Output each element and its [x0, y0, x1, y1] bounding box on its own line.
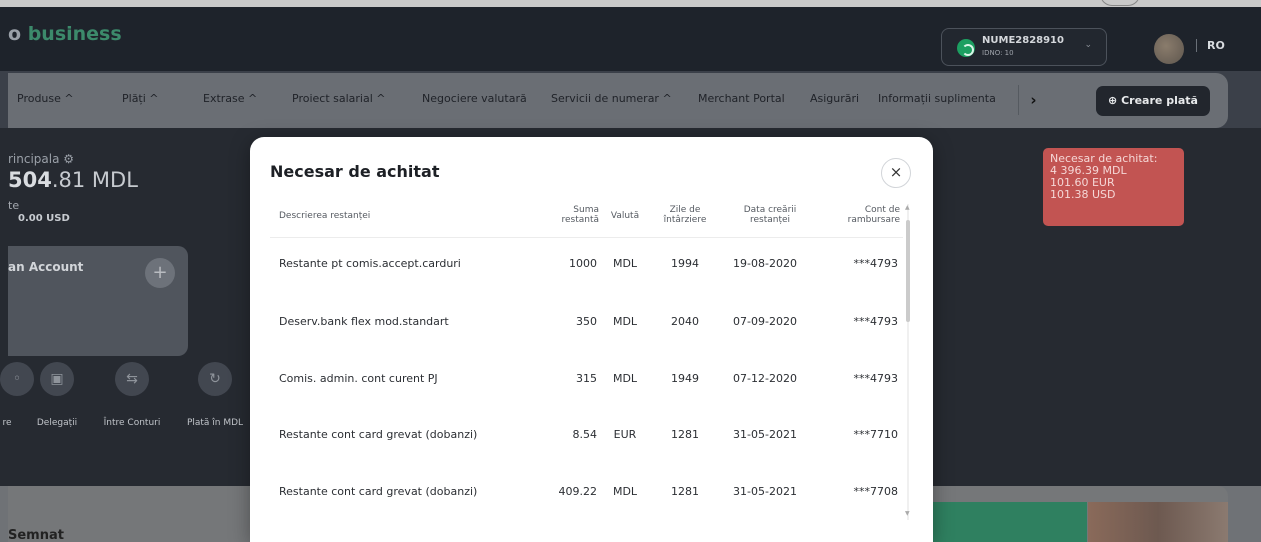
row-created-date: 19-08-2020	[733, 257, 797, 270]
column-header-delay-days: Zile de întârziere	[663, 205, 707, 225]
transfer-icon[interactable]: ⇆	[115, 362, 149, 396]
browser-top-strip	[0, 0, 1261, 7]
row-currency: MDL	[612, 315, 638, 328]
account-name: NUME2828910	[982, 35, 1064, 46]
row-amount: 350	[576, 315, 597, 328]
header-divider	[270, 237, 903, 238]
promo-photo	[1088, 502, 1228, 542]
row-description: Restante pt comis.accept.carduri	[279, 257, 461, 270]
row-amount: 409.22	[558, 485, 598, 498]
nav-item-servicii-numerar[interactable]: Servicii de numerar ^	[551, 92, 672, 105]
table-row[interactable]: Restante pt comis.accept.carduri 1000 MD…	[250, 257, 910, 277]
signed-section-title: Semnat	[8, 528, 64, 542]
account-title: rincipala ⚙	[8, 152, 75, 166]
scroll-up-icon[interactable]: ▲	[905, 204, 910, 211]
row-delay-days: 1281	[671, 485, 699, 498]
add-card-button[interactable]: +	[145, 258, 175, 288]
app-header: o business NUME2828910 IDNO: 10 ⌄ RO	[0, 7, 1261, 71]
delegation-icon[interactable]: ▣	[40, 362, 74, 396]
row-created-date: 07-09-2020	[733, 315, 797, 328]
row-refund-account: ***4793	[853, 372, 899, 385]
row-delay-days: 1949	[671, 372, 699, 385]
row-amount: 8.54	[572, 428, 598, 441]
column-header-amount: Suma restantă	[561, 205, 599, 225]
table-row[interactable]: Restante cont card grevat (dobanzi) 8.54…	[250, 428, 910, 448]
column-header-refund-account: Cont de rambursare	[847, 205, 900, 225]
nav-item-produse[interactable]: Produse ^	[17, 92, 74, 105]
nav-item-negociere-valutara[interactable]: Negociere valutară	[422, 92, 527, 105]
nav-item-asigurari[interactable]: Asigurări	[810, 92, 859, 105]
card-title: an Account	[8, 260, 84, 274]
row-delay-days: 1281	[671, 428, 699, 441]
alert-line: 101.38 USD	[1050, 188, 1116, 201]
row-currency: MDL	[612, 257, 638, 270]
payment-icon[interactable]: ↻	[198, 362, 232, 396]
row-delay-days: 1994	[671, 257, 699, 270]
quick-action-label: Între Conturi	[103, 418, 161, 428]
row-currency: MDL	[612, 372, 638, 385]
row-refund-account: ***7708	[853, 485, 899, 498]
row-description: Comis. admin. cont curent PJ	[279, 372, 438, 385]
logo-prefix: o	[8, 23, 22, 45]
quick-action-label: Plată în MDL	[186, 418, 244, 428]
avatar[interactable]	[1154, 34, 1184, 64]
nav-item-merchant-portal[interactable]: Merchant Portal	[698, 92, 785, 105]
column-header-created-date: Data creării restanței	[743, 205, 797, 225]
main-nav: Produse ^ Plăți ^ Extrase ^ Proiect sala…	[8, 73, 1228, 128]
nav-item-extrase[interactable]: Extrase ^	[203, 92, 257, 105]
account-selector[interactable]: NUME2828910 IDNO: 10 ⌄	[941, 28, 1107, 66]
row-created-date: 31-05-2021	[733, 428, 797, 441]
row-created-date: 07-12-2020	[733, 372, 797, 385]
plus-circle-icon: ⊕	[1108, 94, 1122, 107]
settings-icon[interactable]: ⚙	[63, 152, 74, 166]
loan-account-card[interactable]: an Account +	[8, 246, 188, 356]
nav-item-informatii[interactable]: Informații suplimenta	[878, 92, 1011, 105]
row-refund-account: ***7710	[853, 428, 899, 441]
close-button[interactable]: ×	[881, 158, 911, 188]
column-header-description: Descrierea restanței	[279, 211, 371, 221]
row-description: Restante cont card grevat (dobanzi)	[279, 428, 478, 441]
table-row[interactable]: Comis. admin. cont curent PJ 315 MDL 194…	[250, 372, 910, 392]
row-amount: 315	[576, 372, 597, 385]
table-row[interactable]: Restante cont card grevat (dobanzi) 409.…	[250, 485, 910, 505]
chevron-down-icon: ⌄	[1084, 40, 1092, 50]
row-created-date: 31-05-2021	[733, 485, 797, 498]
account-balance: 504.81 MDL	[8, 168, 138, 192]
row-amount: 1000	[569, 257, 597, 270]
row-currency: MDL	[612, 485, 638, 498]
payment-due-modal: Necesar de achitat × Descrierea restanțe…	[250, 137, 933, 542]
payment-due-alert[interactable]: Necesar de achitat: 4 396.39 MDL 101.60 …	[1043, 148, 1184, 226]
brand-logo[interactable]: o business	[8, 23, 122, 45]
account-sub-label: te	[8, 199, 20, 212]
row-currency: EUR	[613, 428, 637, 441]
scrollbar-thumb[interactable]	[906, 220, 910, 322]
row-refund-account: ***4793	[853, 257, 899, 270]
column-header-currency: Valută	[610, 211, 640, 221]
nav-item-plati[interactable]: Plăți ^	[122, 92, 159, 105]
account-sub-value: 0.00 USD	[18, 213, 70, 224]
create-payment-label: Creare plată	[1121, 94, 1198, 107]
row-refund-account: ***4793	[853, 315, 899, 328]
nav-item-proiect-salarial[interactable]: Proiect salarial ^	[292, 92, 386, 105]
language-switch[interactable]: RO	[1196, 39, 1225, 52]
modal-title: Necesar de achitat	[270, 162, 440, 181]
row-description: Restante cont card grevat (dobanzi)	[279, 485, 478, 498]
modal-scrollbar[interactable]: ▲ ▼	[905, 204, 911, 520]
create-payment-button[interactable]: ⊕ Creare plată	[1096, 86, 1210, 116]
table-row[interactable]: Deserv.bank flex mod.standart 350 MDL 20…	[250, 315, 910, 335]
row-description: Deserv.bank flex mod.standart	[279, 315, 449, 328]
account-status-icon	[957, 39, 975, 57]
quick-action-label: Delegații	[36, 418, 78, 428]
scroll-down-icon[interactable]: ▼	[905, 510, 910, 517]
row-delay-days: 2040	[671, 315, 699, 328]
account-idno: IDNO: 10	[982, 49, 1014, 57]
partial-icon[interactable]: ◦	[0, 362, 34, 396]
logo-text: business	[27, 23, 122, 45]
nav-more-button[interactable]: ›	[1018, 85, 1048, 115]
